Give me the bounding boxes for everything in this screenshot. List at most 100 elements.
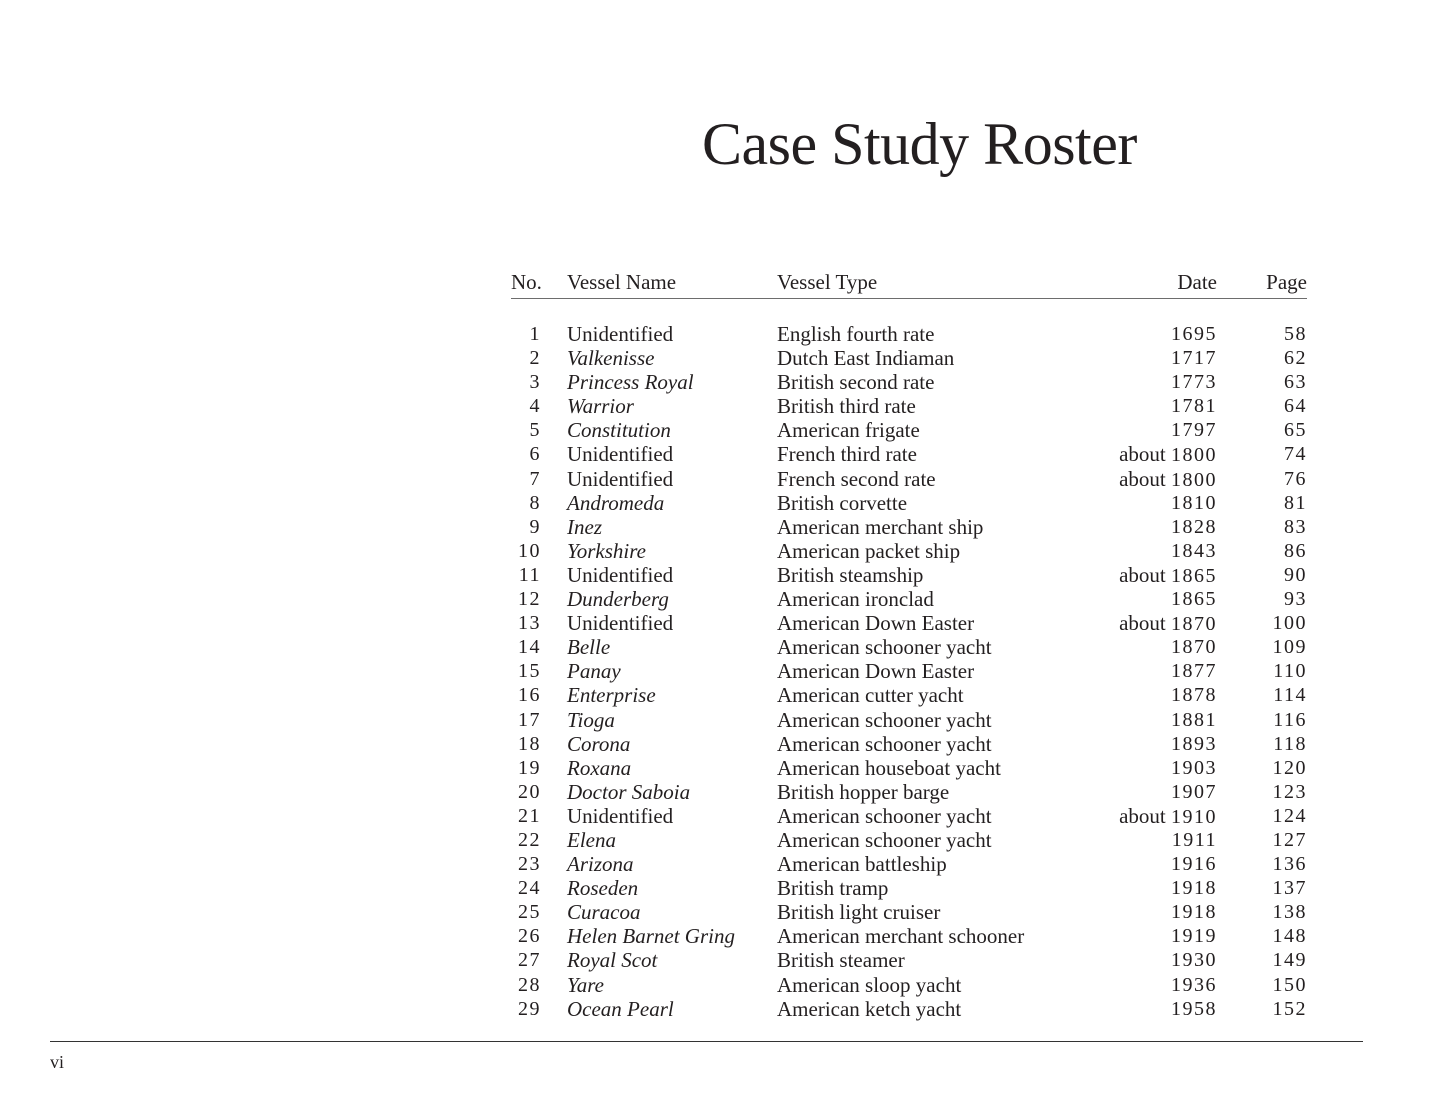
vessel-type: American schooner yacht (777, 731, 992, 756)
table-row: 13 Unidentified American Down Easter about … (511, 611, 1307, 635)
date-year: 1870 (1171, 613, 1217, 636)
page-reference: 114 (1273, 684, 1307, 707)
vessel-type: British third rate (777, 394, 916, 419)
vessel-date: about 1865 (1119, 563, 1217, 588)
row-number: 12 (518, 588, 541, 611)
page-reference: 93 (1284, 588, 1307, 611)
table-row: 14 Belle American schooner yacht 1870 109 (511, 635, 1307, 659)
date-qualifier: about (1119, 562, 1171, 587)
table-row: 11 Unidentified British steamship about 186… (511, 563, 1307, 587)
vessel-type: French third rate (777, 442, 917, 467)
vessel-date: 1907 (1171, 780, 1217, 803)
table-row: 24 Roseden British tramp 1918 137 (511, 876, 1307, 900)
row-number: 11 (518, 563, 541, 586)
row-number: 13 (518, 612, 541, 635)
vessel-date: 1870 (1171, 636, 1217, 659)
vessel-name: Dunderberg (567, 587, 669, 612)
page-reference: 65 (1284, 419, 1307, 442)
vessel-type: American ironclad (777, 587, 934, 612)
page-reference: 109 (1272, 636, 1307, 659)
case-study-roster-table: No. Vessel Name Vessel Type Date Page 1 U… (511, 270, 1307, 1021)
page-number: vi (50, 1052, 65, 1072)
vessel-type: British corvette (777, 490, 908, 515)
page-reference: 116 (1273, 708, 1307, 731)
vessel-name: Yare (567, 972, 604, 997)
vessel-name: Ocean Pearl (567, 996, 674, 1021)
page-reference: 120 (1272, 756, 1307, 779)
table-row: 10 Yorkshire American packet ship 1843 86 (511, 539, 1307, 563)
vessel-name: Royal Scot (567, 948, 658, 973)
page-reference: 58 (1284, 323, 1307, 345)
row-number: 10 (518, 539, 541, 562)
vessel-date: about 1910 (1119, 804, 1217, 829)
row-number: 16 (518, 684, 541, 707)
vessel-name: Belle (567, 635, 611, 660)
table-row: 21 Unidentified American schooner yacht abo… (511, 804, 1307, 828)
vessel-type: French second rate (777, 466, 936, 491)
vessel-date: 1797 (1171, 419, 1217, 442)
vessel-type: American sloop yacht (777, 972, 962, 997)
header-spacer (511, 299, 1307, 322)
table-row: 25 Curacoa British light cruiser 1918 138 (511, 900, 1307, 924)
vessel-date: 1893 (1171, 732, 1217, 755)
vessel-date: 1918 (1171, 901, 1217, 924)
vessel-type: American schooner yacht (777, 635, 992, 660)
vessel-type: American cutter yacht (777, 683, 964, 708)
row-number: 20 (518, 780, 541, 803)
vessel-type: British hopper barge (777, 779, 950, 804)
page-reference: 76 (1284, 467, 1307, 490)
row-number: 21 (518, 804, 541, 827)
table-row: 28 Yare American sloop yacht 1936 150 (511, 973, 1307, 997)
row-number: 6 (529, 443, 541, 466)
vessel-name: Unidentified (567, 611, 674, 636)
page-reference: 81 (1284, 491, 1307, 514)
row-number: 24 (518, 877, 541, 900)
table-body: 1 Unidentified English fourth rate 1695 58 2 V… (511, 322, 1307, 1021)
row-number: 18 (518, 732, 541, 755)
vessel-type: American schooner yacht (777, 803, 992, 828)
vessel-date: 1695 (1171, 323, 1217, 345)
vessel-type: American ketch yacht (777, 996, 962, 1021)
page-reference: 138 (1272, 901, 1307, 924)
vessel-name: Princess Royal (567, 370, 694, 395)
page-title: Case Study Roster (702, 111, 1137, 177)
vessel-date: about 1870 (1119, 611, 1217, 636)
table-row: 6 Unidentified French third rate about 1800… (511, 442, 1307, 466)
vessel-date: 1781 (1171, 395, 1217, 418)
vessel-type: British light cruiser (777, 900, 941, 925)
row-number: 1 (529, 323, 541, 345)
page-reference: 137 (1272, 877, 1307, 900)
page-reference: 149 (1272, 949, 1307, 972)
page-reference: 86 (1284, 539, 1307, 562)
row-number: 26 (518, 925, 541, 948)
page-reference: 83 (1284, 515, 1307, 538)
table-row: 26 Helen Barnet Gring American merchant sc… (511, 924, 1307, 948)
vessel-type: American Down Easter (777, 611, 975, 636)
vessel-date: 1828 (1171, 515, 1217, 538)
row-number: 9 (529, 515, 541, 538)
vessel-name: Roseden (567, 876, 639, 901)
vessel-type: American schooner yacht (777, 827, 992, 852)
row-number: 29 (518, 997, 541, 1020)
table-row: 7 Unidentified French second rate about 180… (511, 467, 1307, 491)
vessel-type: American houseboat yacht (777, 755, 1001, 780)
vessel-name: Andromeda (567, 490, 665, 515)
table-row: 18 Corona American schooner yacht 1893 118 (511, 732, 1307, 756)
header-date: Date (1177, 270, 1217, 294)
vessel-date: 1958 (1171, 997, 1217, 1020)
row-number: 25 (518, 901, 541, 924)
table-row: 17 Tioga American schooner yacht 1881 116 (511, 708, 1307, 732)
vessel-name: Inez (567, 514, 602, 539)
date-year: 1800 (1171, 444, 1217, 467)
vessel-date: 1877 (1171, 660, 1217, 683)
vessel-name: Doctor Saboia (567, 779, 691, 804)
row-number: 3 (529, 371, 541, 394)
date-year: 1910 (1171, 805, 1217, 828)
table-row: 3 Princess Royal British second rate 1773 63 (511, 370, 1307, 394)
row-number: 8 (529, 491, 541, 514)
vessel-type: American Down Easter (777, 659, 975, 684)
row-number: 2 (529, 347, 541, 370)
header-vessel-name: Vessel Name (567, 270, 677, 294)
table-row: 19 Roxana American houseboat yacht 1903 120 (511, 756, 1307, 780)
header-no: No. (511, 270, 542, 294)
